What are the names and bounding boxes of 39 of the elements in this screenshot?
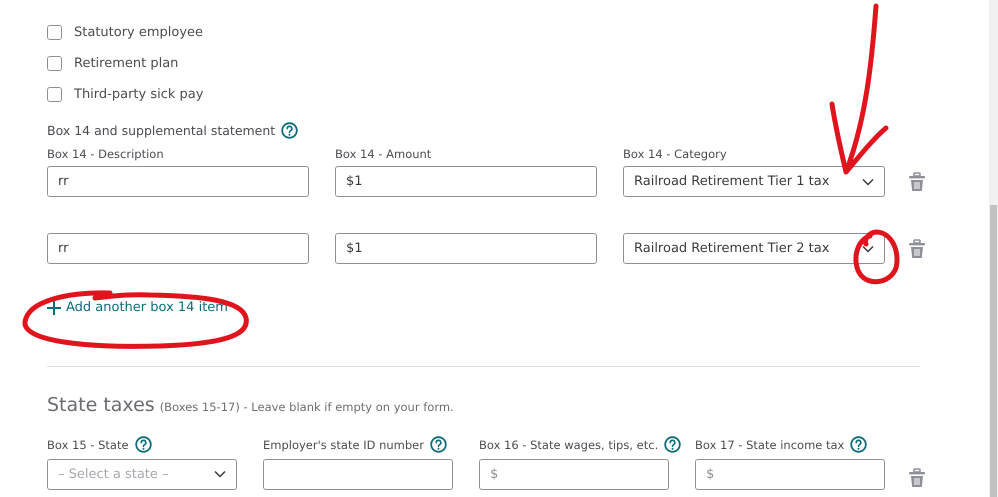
field-label: Box 16 - State wages, tips, etc.	[479, 438, 658, 452]
input-field[interactable]: $	[695, 458, 885, 490]
field-label: Box 17 - State income tax	[695, 438, 844, 452]
checkbox[interactable]	[47, 87, 62, 102]
section-label: Box 14 and supplemental statement	[47, 122, 276, 138]
checkbox[interactable]	[47, 56, 62, 71]
field-label: Box 14 - Description	[47, 147, 165, 161]
help-icon[interactable]	[281, 122, 298, 138]
trash-icon[interactable]	[908, 172, 926, 192]
checkbox-label: Retirement plan	[74, 56, 178, 71]
chevron-down-icon	[862, 244, 874, 252]
trash-icon[interactable]	[908, 238, 926, 258]
add-item-link[interactable]: Add another box 14 item	[47, 300, 228, 315]
plus-icon	[47, 300, 61, 314]
help-icon[interactable]	[134, 436, 152, 453]
field-label: Employer's state ID number	[263, 438, 424, 452]
checkbox-label: Third-party sick pay	[74, 87, 204, 102]
chevron-down-icon	[214, 470, 226, 478]
category-dropdown[interactable]: Railroad Retirement Tier 1 tax	[623, 166, 885, 197]
section-note: (Boxes 15-17) - Leave blank if empty on your form.	[160, 400, 454, 414]
input-field[interactable]: $	[479, 458, 669, 490]
help-icon[interactable]	[430, 436, 447, 453]
chevron-down-icon	[862, 178, 874, 186]
field-label: Box 14 - Amount	[335, 147, 432, 161]
help-icon[interactable]	[850, 436, 868, 453]
section-heading: State taxes	[47, 394, 155, 416]
checkbox-label: Statutory employee	[74, 25, 204, 40]
input-field[interactable]: $1	[335, 233, 597, 264]
input-field[interactable]: $1	[335, 166, 597, 197]
input-field[interactable]: rr	[47, 166, 309, 197]
input-field[interactable]: rr	[47, 233, 309, 264]
category-dropdown[interactable]: Railroad Retirement Tier 2 tax	[623, 233, 885, 264]
checkbox[interactable]	[47, 25, 62, 40]
trash-icon[interactable]	[908, 468, 926, 488]
field-label: Box 14 - Category	[623, 147, 728, 161]
help-icon[interactable]	[664, 436, 682, 453]
scrollbar-thumb[interactable]	[990, 205, 997, 497]
field-label: Box 15 - State	[47, 438, 129, 452]
input-field[interactable]	[263, 458, 453, 490]
